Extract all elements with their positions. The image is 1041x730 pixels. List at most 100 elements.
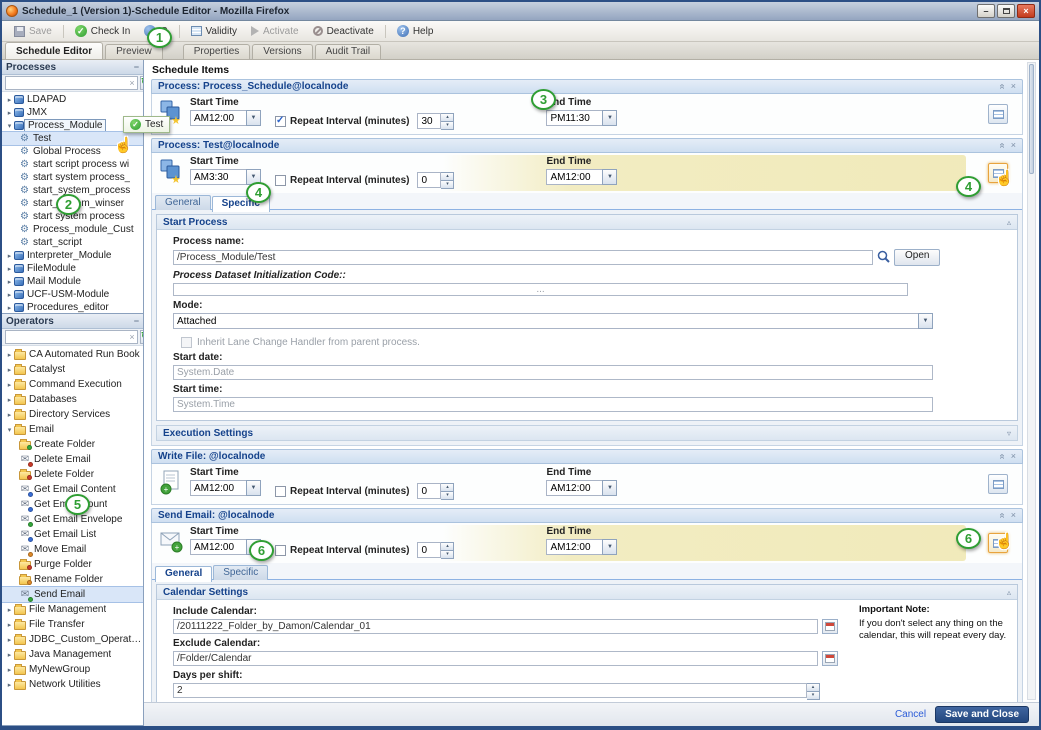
help-button[interactable]: ?Help [391, 23, 440, 39]
days-per-shift-field[interactable] [173, 683, 807, 698]
include-calendar-field[interactable] [173, 619, 818, 634]
item-details-button[interactable] [988, 104, 1008, 124]
tree-item-get-email-envelope[interactable]: ✉Get Email Envelope [2, 512, 143, 527]
save-button[interactable]: Save [8, 24, 58, 39]
tree-item-network-utilities[interactable]: ▸Network Utilities [2, 677, 143, 692]
tree-item-get-email-list[interactable]: ✉Get Email List [2, 527, 143, 542]
tree-item-ldapad[interactable]: ▸LDAPAD [2, 93, 143, 106]
start-date-field[interactable] [173, 365, 933, 380]
tab-specific[interactable]: Specific [213, 565, 268, 580]
tree-item-process-module[interactable]: ▾Process_Module [2, 119, 143, 132]
tree-item-file-transfer[interactable]: ▸File Transfer [2, 617, 143, 632]
expand-icon[interactable]: ▸ [5, 381, 14, 389]
close-icon[interactable]: × [1011, 80, 1016, 93]
panel-collapse-icon[interactable]: − [134, 316, 139, 326]
dropdown-arrow-icon[interactable]: ▼ [602, 110, 617, 126]
start-time-input[interactable] [190, 539, 246, 555]
tree-item-file-management[interactable]: ▸File Management [2, 602, 143, 617]
tree-item-create-folder[interactable]: Create Folder [2, 437, 143, 452]
tab-audit-trail[interactable]: Audit Trail [315, 44, 381, 59]
panel-expand-icon[interactable]: ▿ [1007, 429, 1011, 438]
collapse-icon[interactable]: « [995, 513, 1008, 519]
expand-icon[interactable]: ▸ [5, 96, 14, 104]
refresh-icon[interactable]: ↻ [140, 330, 143, 344]
dropdown-arrow-icon[interactable]: ▼ [246, 169, 261, 185]
repeat-minutes-input[interactable] [417, 113, 441, 129]
check-in-button[interactable]: ✓Check In [69, 23, 136, 39]
processes-panel-header[interactable]: Processes − [2, 60, 143, 75]
tree-item-email[interactable]: ▾Email [2, 422, 143, 437]
spin-up-icon[interactable]: ▴ [441, 483, 454, 491]
activate-button[interactable]: Activate [245, 24, 305, 39]
process-name-field[interactable] [173, 250, 873, 265]
dropdown-arrow-icon[interactable]: ▼ [602, 480, 617, 496]
start-time-combo[interactable]: ▼ [190, 539, 261, 555]
maximize-button[interactable] [997, 4, 1015, 18]
expand-icon[interactable]: ▸ [5, 396, 14, 404]
repeat-minutes-input[interactable] [417, 172, 441, 188]
repeat-interval-checkbox[interactable] [275, 116, 286, 127]
expand-icon[interactable]: ▸ [5, 666, 14, 674]
tree-item[interactable]: ⚙start script process wi [2, 158, 143, 171]
item-details-button[interactable] [988, 474, 1008, 494]
tree-item-filemodule[interactable]: ▸FileModule [2, 262, 143, 275]
tree-item-jmx[interactable]: ▸JMX [2, 106, 143, 119]
mode-select[interactable]: ▼ [173, 313, 1001, 329]
tree-item-databases[interactable]: ▸Databases [2, 392, 143, 407]
expand-icon[interactable]: ▸ [5, 278, 14, 286]
inherit-lane-checkbox[interactable] [181, 337, 192, 348]
close-button[interactable]: × [1017, 4, 1035, 18]
tree-item-global-process[interactable]: ⚙Global Process [2, 145, 143, 158]
collapse-icon[interactable]: ▾ [5, 426, 14, 434]
processes-search-input[interactable] [6, 77, 127, 89]
panel-collapse-icon[interactable]: ▵ [1007, 588, 1011, 597]
expand-icon[interactable]: ▸ [5, 366, 14, 374]
calendar-picker-icon[interactable] [822, 619, 838, 634]
spin-down-icon[interactable]: ▾ [441, 180, 454, 189]
tree-item-jdbc-custom-operators[interactable]: ▸JDBC_Custom_Operators [2, 632, 143, 647]
tab-schedule-editor[interactable]: Schedule Editor [5, 42, 103, 59]
tree-item-send-email[interactable]: ✉Send Email [2, 587, 143, 602]
close-icon[interactable]: × [1011, 450, 1016, 463]
panel-collapse-icon[interactable]: ▵ [1007, 218, 1011, 227]
repeat-interval-checkbox[interactable] [275, 545, 286, 556]
expand-icon[interactable]: ▸ [5, 351, 14, 359]
tree-item-java-management[interactable]: ▸Java Management [2, 647, 143, 662]
item-details-button[interactable] [988, 533, 1008, 553]
repeat-minutes-input[interactable] [417, 542, 441, 558]
expand-icon[interactable]: ▸ [5, 265, 14, 273]
tree-item-delete-email[interactable]: ✉Delete Email [2, 452, 143, 467]
tree-item-get-email-count[interactable]: ✉Get Email Count [2, 497, 143, 512]
dropdown-arrow-icon[interactable]: ▼ [246, 480, 261, 496]
dropdown-arrow-icon[interactable]: ▼ [918, 313, 933, 329]
spin-down-icon[interactable]: ▾ [441, 121, 454, 130]
start-time-input[interactable] [190, 110, 246, 126]
dropdown-arrow-icon[interactable]: ▼ [246, 110, 261, 126]
expand-icon[interactable]: ▸ [5, 109, 14, 117]
deactivate-button[interactable]: Deactivate [307, 24, 380, 39]
tab-specific[interactable]: Specific [212, 196, 270, 212]
tree-item-mail-module[interactable]: ▸Mail Module [2, 275, 143, 288]
end-time-combo[interactable]: ▼ [546, 480, 617, 496]
tree-item[interactable]: ⚙start system process_ [2, 171, 143, 184]
tree-item-rename-folder[interactable]: Rename Folder [2, 572, 143, 587]
start-time-input[interactable] [190, 169, 246, 185]
tree-item-purge-folder[interactable]: Purge Folder [2, 557, 143, 572]
clear-icon[interactable]: × [127, 331, 137, 343]
end-time-combo[interactable]: ▼ [546, 169, 617, 185]
dropdown-arrow-icon[interactable]: ▼ [246, 539, 261, 555]
spin-down-icon[interactable]: ▾ [441, 491, 454, 500]
item-details-button[interactable] [988, 163, 1008, 183]
end-time-combo[interactable]: ▼ [546, 110, 617, 126]
section-header[interactable]: Send Email: @localnode «× [151, 508, 1023, 523]
tree-item[interactable]: ⚙start_system_process [2, 184, 143, 197]
collapse-icon[interactable]: « [995, 84, 1008, 90]
tree-item[interactable]: ⚙start_script [2, 236, 143, 249]
operators-search-input[interactable] [6, 331, 127, 343]
spin-up-icon[interactable]: ▴ [441, 113, 454, 121]
tab-versions[interactable]: Versions [252, 44, 312, 59]
tab-general[interactable]: General [155, 566, 212, 582]
save-and-close-button[interactable]: Save and Close [935, 706, 1029, 723]
spin-down-icon[interactable]: ▾ [441, 550, 454, 559]
spin-up-icon[interactable]: ▴ [807, 683, 820, 691]
